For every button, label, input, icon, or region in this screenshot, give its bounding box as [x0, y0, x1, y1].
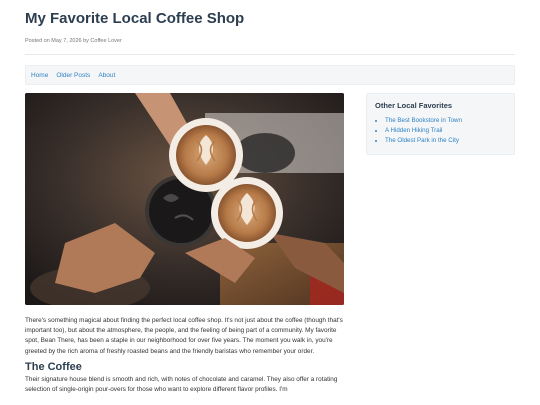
site-header: My Favorite Local Coffee Shop Posted on …: [25, 10, 515, 55]
sidebar-item: A Hidden Hiking Trail: [385, 126, 506, 136]
nav-link-older-posts[interactable]: Older Posts: [56, 72, 90, 79]
section-heading: The Coffee: [25, 360, 82, 373]
sidebar-link-hiking-trail[interactable]: A Hidden Hiking Trail: [385, 127, 442, 134]
nav-link-about[interactable]: About: [98, 72, 115, 79]
article-body: There's something magical about finding …: [25, 316, 345, 395]
sidebar: Other Local Favorites The Best Bookstore…: [366, 93, 515, 155]
page-title: My Favorite Local Coffee Shop: [25, 10, 245, 27]
sidebar-link-bookstore[interactable]: The Best Bookstore in Town: [385, 117, 462, 124]
sidebar-links: The Best Bookstore in Town A Hidden Hiki…: [375, 116, 506, 145]
sidebar-item: The Best Bookstore in Town: [385, 116, 506, 126]
nav-link-home[interactable]: Home: [31, 72, 48, 79]
hero-image: [25, 93, 344, 305]
coffee-cheers-photo: [25, 93, 344, 305]
sidebar-link-oldest-park[interactable]: The Oldest Park in the City: [385, 137, 459, 144]
post-meta: Posted on May 7, 2026 by Coffee Lover: [25, 38, 122, 44]
article-intro: There's something magical about finding …: [25, 317, 343, 355]
sidebar-title: Other Local Favorites: [375, 101, 453, 110]
sidebar-item: The Oldest Park in the City: [385, 136, 506, 146]
section-text: Their signature house blend is smooth an…: [25, 375, 338, 394]
main-nav: Home Older Posts About: [25, 65, 515, 85]
